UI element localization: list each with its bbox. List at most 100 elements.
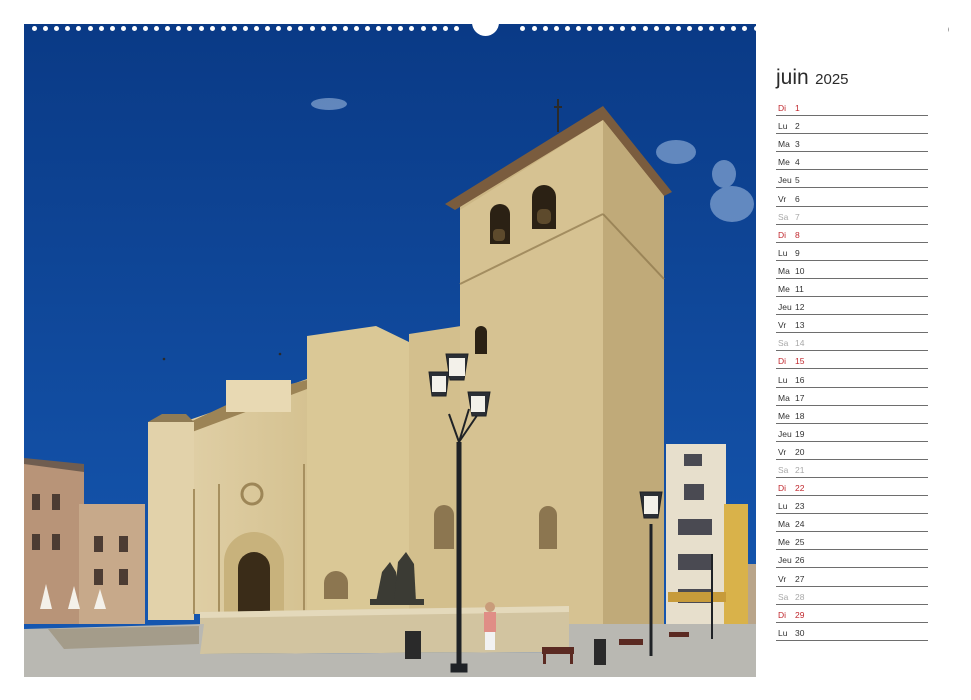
day-number: 27 [795, 573, 805, 584]
day-row: Sa 28 [776, 587, 928, 605]
day-row: Jeu 12 [776, 297, 928, 316]
day-row: Di 1 [776, 98, 928, 117]
day-name: Lu [778, 374, 788, 385]
day-row: Sa 21 [776, 460, 928, 478]
day-row: Lu 2 [776, 116, 928, 135]
day-number: 24 [795, 519, 805, 530]
day-number: 17 [795, 392, 805, 403]
stone-wall [200, 606, 569, 654]
calendar-panel: juin 2025 Di 1 Lu 2 Ma 3 Me 4 Jeu 5 Vr 6 Sa 7 Di 8 Lu 9 Ma… [757, 24, 948, 677]
day-number: 23 [795, 501, 805, 512]
day-number: 28 [795, 591, 805, 602]
day-name: Di [778, 356, 787, 367]
day-number: 2 [795, 121, 800, 132]
church-photo [24, 24, 756, 677]
day-name: Sa [778, 338, 789, 349]
day-row: Me 25 [776, 532, 928, 551]
day-number: 19 [795, 428, 805, 439]
day-row: Lu 9 [776, 243, 928, 261]
day-number: 1 [795, 103, 800, 114]
day-number: 29 [795, 609, 805, 620]
day-name: Jeu [778, 428, 792, 439]
day-number: 9 [795, 247, 800, 258]
day-number: 25 [795, 537, 805, 548]
day-row: Ma 3 [776, 134, 928, 153]
calendar-page: juin 2025 Di 1 Lu 2 Ma 3 Me 4 Jeu 5 Vr 6 Sa 7 Di 8 Lu 9 Ma… [0, 0, 971, 700]
day-name: Me [778, 157, 790, 168]
day-number: 21 [795, 464, 805, 475]
month-name: juin [776, 66, 809, 89]
day-name: Me [778, 284, 790, 295]
day-name: Vr [778, 446, 787, 457]
day-number: 15 [795, 356, 805, 367]
day-row: Ma 24 [776, 514, 928, 533]
day-name: Vr [778, 573, 787, 584]
day-name: Jeu [778, 555, 792, 566]
day-name: Sa [778, 591, 789, 602]
day-row: Di 22 [776, 478, 928, 497]
day-number: 18 [795, 410, 805, 421]
day-name: Ma [778, 265, 790, 276]
day-row: Vr 27 [776, 568, 928, 587]
day-name: Me [778, 537, 790, 548]
day-row: Lu 30 [776, 623, 928, 641]
day-row: Vr 20 [776, 442, 928, 460]
day-number: 12 [795, 302, 805, 313]
day-row: Jeu 26 [776, 550, 928, 569]
day-number: 26 [795, 555, 805, 566]
day-name: Di [778, 229, 787, 240]
day-name: Di [778, 103, 787, 114]
day-row: Jeu 19 [776, 424, 928, 442]
day-row: Vr 13 [776, 315, 928, 334]
day-row: Vr 6 [776, 188, 928, 207]
day-row: Jeu 5 [776, 170, 928, 189]
church-illustration [24, 24, 756, 677]
day-row: Me 11 [776, 279, 928, 298]
day-name: Jeu [778, 175, 792, 186]
day-row: Ma 10 [776, 261, 928, 279]
day-number: 16 [795, 374, 805, 385]
day-name: Sa [778, 211, 789, 222]
day-row: Me 4 [776, 152, 928, 171]
day-number: 10 [795, 265, 805, 276]
day-number: 20 [795, 446, 805, 457]
day-name: Di [778, 483, 787, 494]
pedestrian [484, 602, 496, 650]
day-row: Me 18 [776, 406, 928, 424]
day-number: 11 [795, 284, 804, 295]
day-number: 8 [795, 229, 800, 240]
day-number: 13 [795, 320, 805, 331]
day-name: Lu [778, 121, 788, 132]
day-number: 5 [795, 175, 800, 186]
day-number: 22 [795, 483, 805, 494]
day-row: Di 29 [776, 605, 928, 623]
day-name: Lu [778, 247, 788, 258]
day-name: Sa [778, 464, 789, 475]
day-name: Ma [778, 139, 790, 150]
day-number: 3 [795, 139, 800, 150]
day-number: 30 [795, 627, 805, 638]
day-number: 6 [795, 193, 800, 204]
day-name: Vr [778, 320, 787, 331]
day-name: Me [778, 410, 790, 421]
day-row: Lu 16 [776, 369, 928, 388]
day-name: Lu [778, 627, 788, 638]
day-row: Ma 17 [776, 388, 928, 406]
day-row: Lu 23 [776, 496, 928, 515]
day-name: Di [778, 609, 787, 620]
year: 2025 [815, 71, 849, 88]
day-number: 7 [795, 211, 800, 222]
day-row: Sa 7 [776, 207, 928, 225]
day-name: Jeu [778, 302, 792, 313]
day-number: 14 [795, 338, 805, 349]
day-name: Vr [778, 193, 787, 204]
day-list: Di 1 Lu 2 Ma 3 Me 4 Jeu 5 Vr 6 Sa 7 Di 8 Lu 9 Ma 10 Me 11 Jeu 1… [776, 98, 928, 641]
day-name: Ma [778, 519, 790, 530]
day-row: Sa 14 [776, 333, 928, 352]
calendar-header: juin 2025 [776, 66, 849, 90]
day-row: Di 8 [776, 225, 928, 243]
day-number: 4 [795, 157, 800, 168]
day-name: Ma [778, 392, 790, 403]
day-name: Lu [778, 501, 788, 512]
day-row: Di 15 [776, 351, 928, 370]
